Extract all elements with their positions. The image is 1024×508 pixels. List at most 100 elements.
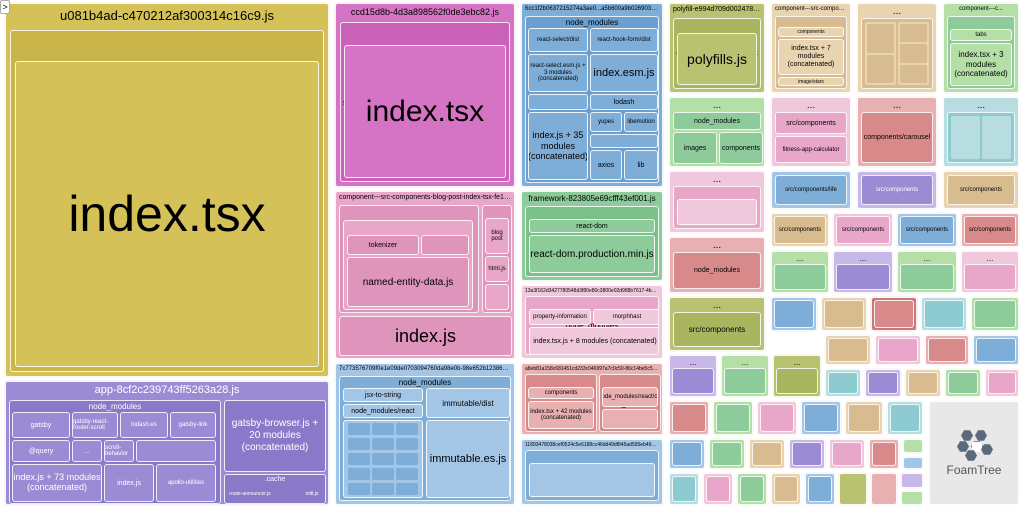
chunk-cell[interactable] [972, 334, 1020, 366]
chunk-cell[interactable] [874, 334, 922, 366]
module[interactable]: components [719, 132, 763, 164]
module-main[interactable]: index.tsx + 3 modules (concatenated) [950, 43, 1012, 86]
module[interactable]: react-dom [529, 219, 655, 233]
chunk-cell[interactable] [828, 438, 866, 470]
chunk-cell[interactable] [668, 472, 700, 506]
module[interactable]: fitness-app-calculator [775, 136, 847, 163]
module-main[interactable]: index.js + 35 modules (concatenated) [528, 112, 588, 180]
chunk-cell[interactable]: src/components [942, 170, 1020, 210]
module[interactable]: src/components [673, 312, 761, 347]
chunk-cell[interactable] [902, 456, 924, 470]
chunk-cell[interactable] [668, 438, 706, 470]
module-main[interactable]: gatsby-browser.js + 20 modules (concaten… [225, 418, 325, 454]
module-main[interactable]: index.js [339, 316, 512, 356]
chunk-cell[interactable]: component---src-components-blog-post-ind… [334, 190, 516, 360]
chunk-cell[interactable] [970, 296, 1020, 332]
chunk-cell[interactable] [820, 296, 868, 332]
chunk-cell[interactable]: component---c... src/components tabs ind… [942, 2, 1020, 94]
chunk-cell[interactable]: ... [772, 354, 822, 398]
module[interactable]: immutable.es.js [426, 420, 510, 498]
chunk-cell[interactable] [924, 334, 970, 366]
chunk-cell[interactable]: u081b4ad-c470212af300314c16c9.js src/com… [4, 2, 330, 378]
module[interactable]: @query [12, 440, 70, 462]
chunk-cell[interactable]: ... node_modules images components [668, 96, 766, 168]
chunk-cell[interactable]: ... src/components fitness-app-calculato… [770, 96, 852, 168]
module[interactable]: src/components [947, 175, 1015, 205]
foamtree-logo[interactable]: FoamTree [928, 400, 1020, 506]
chunk-cell[interactable] [804, 472, 836, 506]
module[interactable]: index.js [104, 464, 154, 502]
chunk-cell[interactable] [904, 368, 942, 398]
chunk-cell[interactable] [756, 400, 798, 436]
module-main[interactable]: polyfills.js [677, 33, 757, 85]
module[interactable]: node_modules/react [343, 404, 423, 418]
chunk-cell[interactable]: ccd15d8b-4d3a898562f0de3ebc82.js src/com… [334, 2, 516, 188]
chunk-cell[interactable]: src/components [896, 212, 958, 248]
module[interactable]: gatsby-react-router-scroll [72, 412, 118, 438]
module[interactable]: tokenizer [347, 235, 419, 255]
chunk-cell[interactable] [702, 472, 734, 506]
module-main[interactable]: index.tsx.js + 8 modules (concatenated) [529, 327, 659, 355]
chunk-cell[interactable] [944, 368, 982, 398]
module-main[interactable]: react-dom.production.min.js [529, 235, 655, 273]
chunk-cell[interactable] [838, 472, 868, 506]
chunk-cell[interactable]: src/components/life [770, 170, 852, 210]
chunk-cell[interactable]: 7c773576709f0e1e09de0703094760da98e0b-98… [334, 362, 516, 506]
chunk-cell[interactable] [902, 438, 924, 454]
chunk-cell[interactable] [770, 296, 818, 332]
module[interactable]: react-hook-form/dist [590, 28, 658, 52]
bundle-treemap[interactable]: > u081b4ad-c470212af300314c16c9.js src/c… [0, 0, 1024, 508]
module[interactable]: ... [72, 440, 102, 462]
module[interactable]: src/components/life [775, 175, 847, 205]
chunk-cell[interactable] [920, 296, 968, 332]
chunk-cell[interactable] [844, 400, 884, 436]
module[interactable]: scroll-behavior [104, 440, 134, 462]
chunk-cell[interactable]: ... [668, 354, 718, 398]
module[interactable]: index.esm.js [590, 54, 658, 92]
chunk-cell[interactable]: ... node_modules/dist [668, 170, 766, 234]
chunk-cell[interactable]: 11893478038cef0524c5e6188cc46dd49df845ad… [520, 438, 664, 506]
chunk-cell[interactable]: 13a3f162d3427780548d3f80e80c3800e02d988b… [520, 284, 664, 360]
module[interactable]: gatsby [12, 412, 70, 438]
chunk-cell[interactable]: src/components [770, 212, 830, 248]
module-main[interactable]: index.tsx + 42 modules (concatenated) [528, 401, 594, 429]
chunk-cell[interactable] [712, 400, 754, 436]
chunk-cell[interactable]: ... components/carousel [856, 96, 938, 168]
chunk-cell[interactable] [886, 400, 924, 436]
module[interactable]: named-entity-data.js [347, 257, 469, 307]
node-modules[interactable]: node_modules [673, 252, 761, 289]
chunk-cell[interactable]: a8eb81a158c681451cd233c046997a7c0c50-86c… [520, 362, 664, 436]
chunk-cell[interactable]: src/components [856, 170, 938, 210]
module[interactable]: jsx-to-string [343, 388, 423, 402]
module[interactable]: gatsby-link [170, 412, 216, 438]
chunk-cell[interactable] [984, 368, 1020, 398]
chunk-cell[interactable] [708, 438, 746, 470]
module[interactable]: images [673, 132, 717, 164]
chunk-cell[interactable]: ... [856, 2, 938, 94]
module[interactable]: react-select.esm.js + 3 modules (concate… [528, 54, 588, 92]
chunk-cell[interactable] [864, 368, 902, 398]
chunk-cell[interactable]: ... [832, 250, 894, 294]
module[interactable]: react-select/dist [528, 28, 588, 52]
module[interactable]: apollo-utilities [156, 464, 216, 502]
sidebar-toggle[interactable]: > [0, 0, 10, 14]
module[interactable]: src/components [861, 175, 933, 205]
chunk-cell[interactable] [870, 472, 898, 506]
chunk-cell[interactable] [868, 438, 900, 470]
chunk-cell[interactable]: ... [720, 354, 770, 398]
chunk-cell[interactable] [668, 400, 710, 436]
module[interactable]: src/components [775, 112, 847, 134]
chunk-cell[interactable]: polyfill-e994d709d00247882fb6.js gatsby-… [668, 2, 766, 94]
chunk-cell[interactable] [870, 296, 918, 332]
chunk-cell[interactable] [800, 400, 842, 436]
chunk-cell[interactable]: ... [896, 250, 958, 294]
node-modules[interactable]: node_modules [673, 112, 761, 130]
module[interactable]: components/carousel [861, 112, 933, 163]
chunk-cell[interactable] [736, 472, 768, 506]
chunk-cell[interactable] [824, 368, 862, 398]
module[interactable]: lodash.es [120, 412, 168, 438]
chunk-cell[interactable]: ... [942, 96, 1020, 168]
chunk-cell[interactable]: ... [960, 250, 1020, 294]
chunk-cell[interactable] [788, 438, 826, 470]
chunk-cell[interactable]: ... src/components [668, 296, 766, 352]
